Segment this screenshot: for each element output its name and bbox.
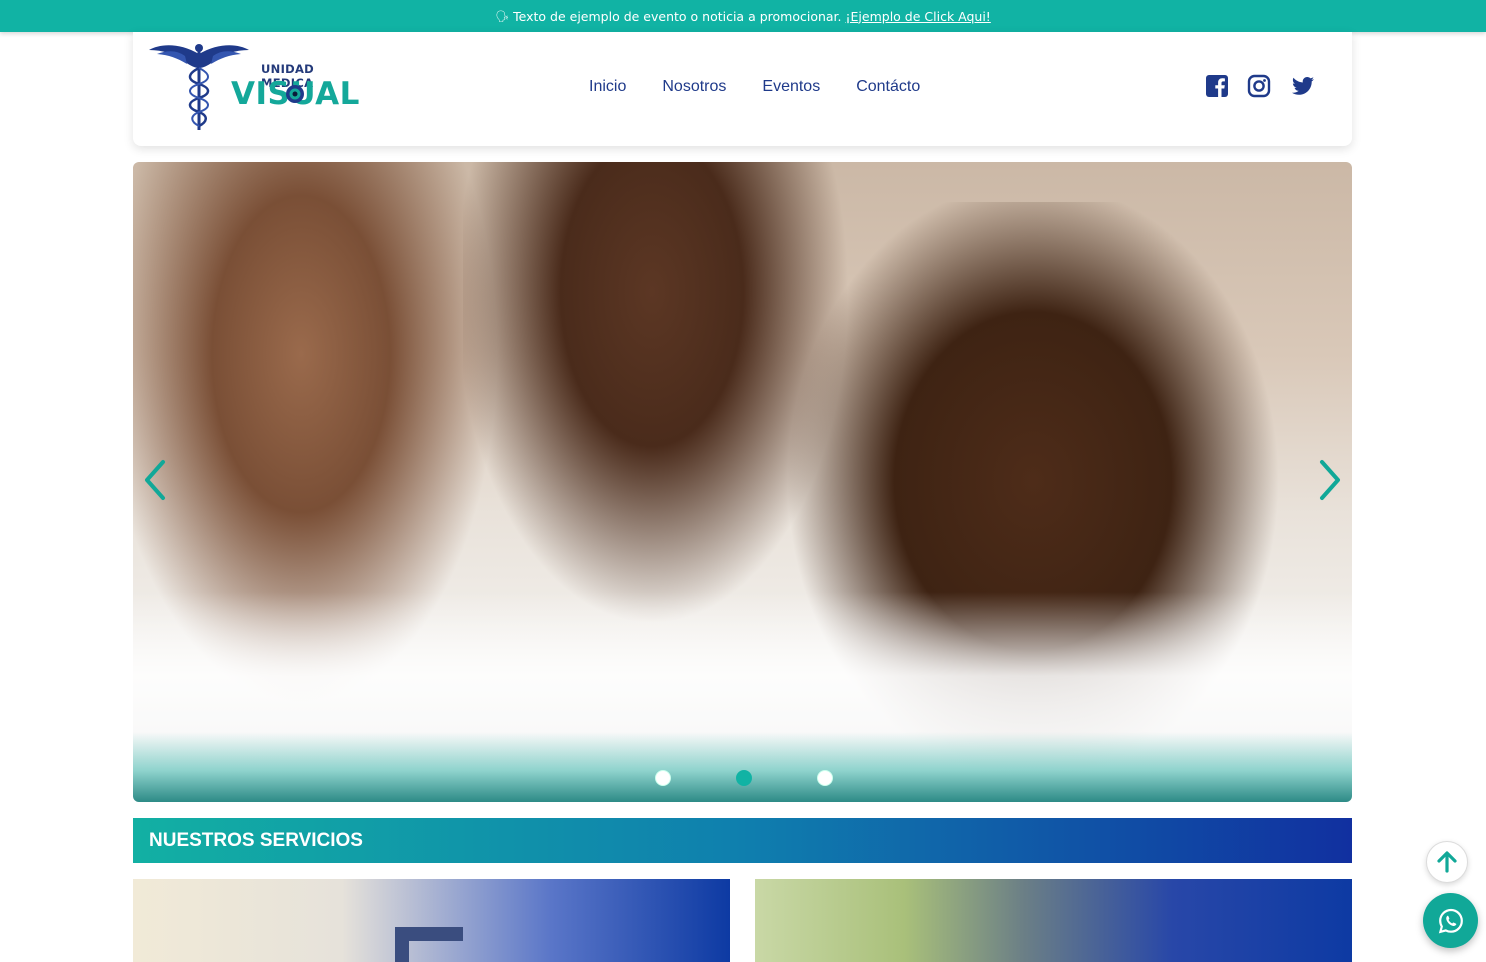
social-links — [1205, 74, 1317, 98]
slider-dot-2[interactable] — [736, 770, 752, 786]
main-nav: Inicio Nosotros Eventos Contácto — [589, 78, 920, 96]
nav-eventos[interactable]: Eventos — [762, 78, 820, 96]
chevron-left-icon — [145, 460, 165, 500]
nav-nosotros[interactable]: Nosotros — [662, 78, 726, 96]
slider-indicators — [655, 770, 833, 786]
announcement-link[interactable]: ¡Ejemplo de Click Aqui! — [846, 9, 991, 24]
services-title: NUESTROS SERVICIOS — [149, 829, 363, 851]
whatsapp-icon — [1438, 908, 1463, 933]
slider-dot-1[interactable] — [655, 770, 671, 786]
service-card[interactable] — [755, 879, 1352, 962]
service-card[interactable] — [133, 879, 730, 962]
hero-slider — [133, 162, 1352, 802]
site-header: UNIDAD MEDICA VISUAL Inicio Nosotros Eve… — [133, 32, 1352, 146]
announcement-text: Texto de ejemplo de evento o noticia a p… — [513, 8, 842, 24]
arrow-up-icon — [1437, 851, 1457, 873]
instagram-icon[interactable] — [1247, 74, 1271, 98]
facebook-icon[interactable] — [1205, 74, 1229, 98]
announcement-bar: 🗣 Texto de ejemplo de evento o noticia a… — [0, 0, 1486, 32]
whatsapp-button[interactable] — [1423, 893, 1478, 948]
site-logo[interactable]: UNIDAD MEDICA VISUAL — [149, 40, 359, 132]
services-heading-banner: NUESTROS SERVICIOS — [133, 818, 1352, 863]
nav-contacto[interactable]: Contácto — [856, 78, 920, 96]
eye-icon — [286, 85, 304, 103]
hero-bottom-gradient — [133, 732, 1352, 802]
chevron-right-icon — [1320, 460, 1340, 500]
nav-inicio[interactable]: Inicio — [589, 78, 626, 96]
speaking-head-icon: 🗣 — [495, 9, 510, 23]
slider-next-button[interactable] — [1310, 452, 1350, 508]
twitter-icon[interactable] — [1289, 74, 1317, 98]
slider-prev-button[interactable] — [135, 452, 175, 508]
eye-chart-letter — [395, 927, 463, 962]
slider-dot-3[interactable] — [817, 770, 833, 786]
scroll-to-top-button[interactable] — [1426, 841, 1468, 883]
